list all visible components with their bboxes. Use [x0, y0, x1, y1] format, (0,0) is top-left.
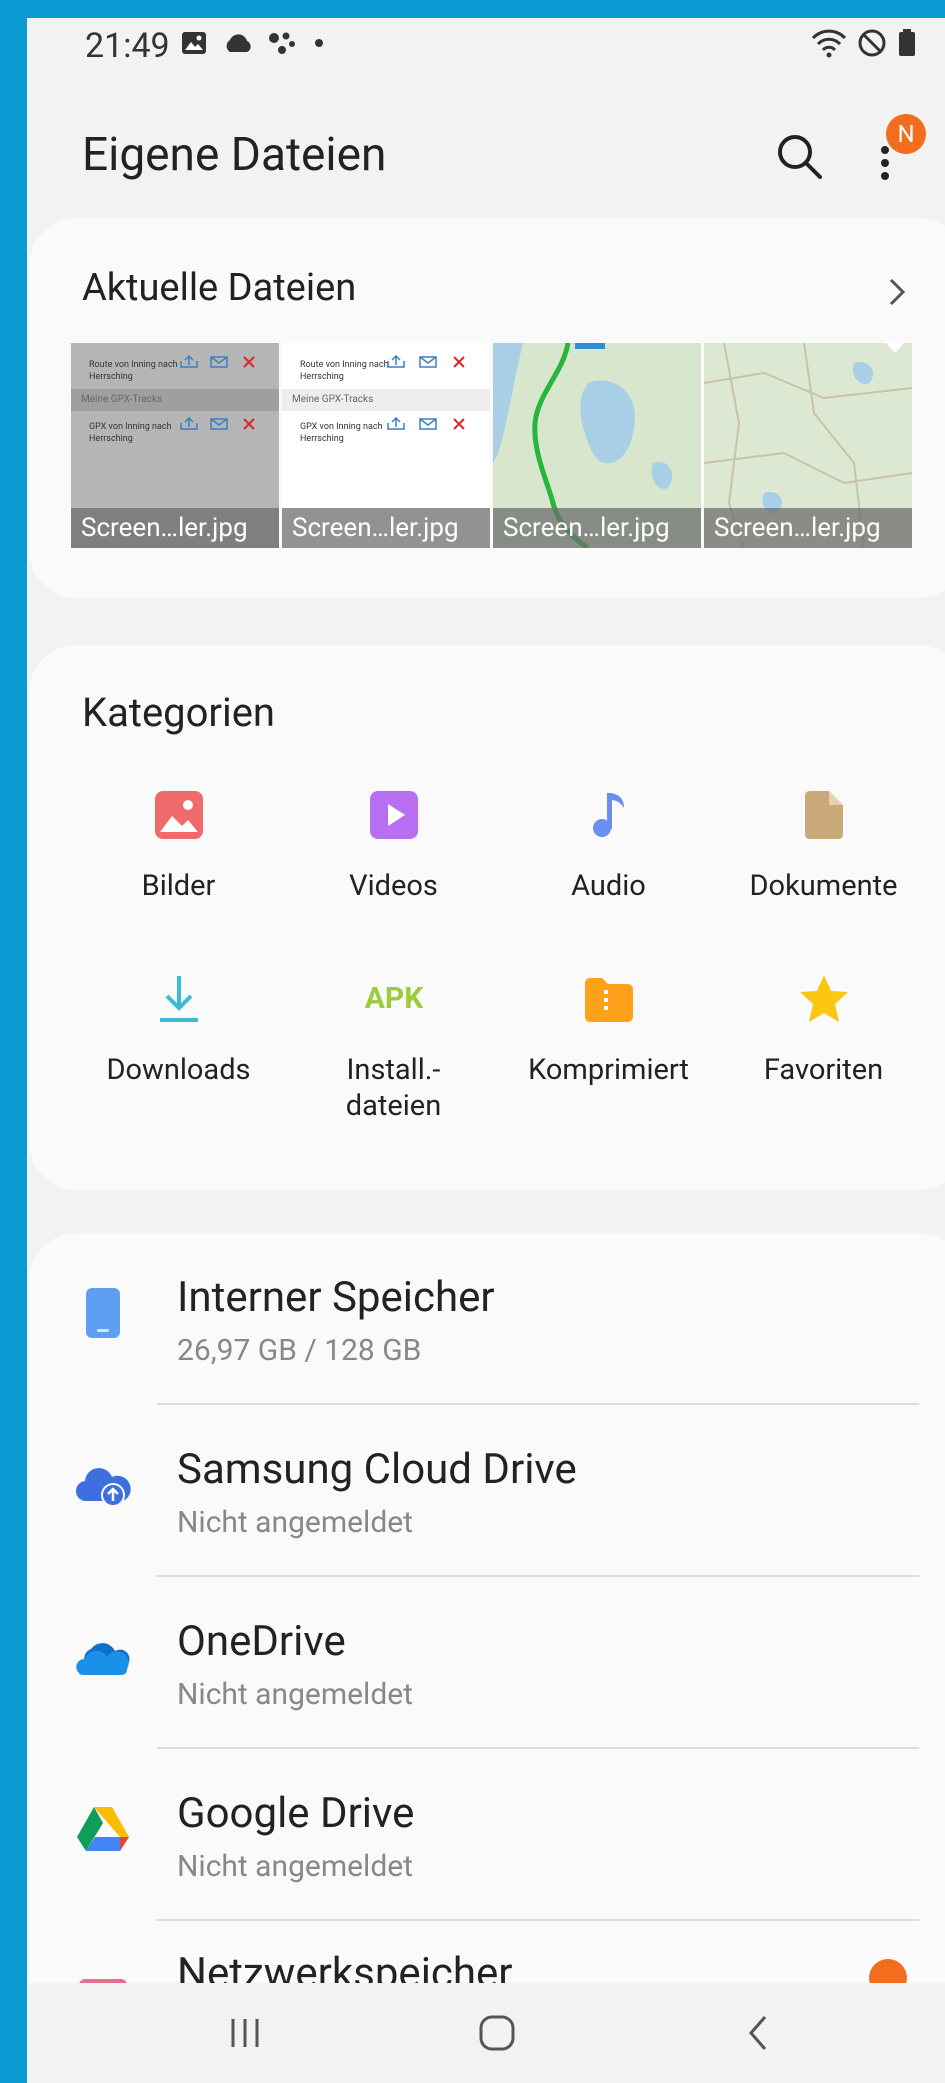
- category-label: Bilder: [141, 869, 216, 903]
- storage-status: Nicht angemeldet: [177, 1849, 413, 1884]
- status-left-icons: [180, 30, 326, 56]
- upload-icon: [180, 355, 198, 368]
- email-icon: [419, 418, 437, 430]
- image-icon: [155, 791, 203, 839]
- storage-name: Interner Speicher: [177, 1273, 495, 1322]
- email-icon: [210, 418, 228, 430]
- storage-status: Nicht angemeldet: [177, 1505, 413, 1540]
- page-title: Eigene Dateien: [82, 128, 387, 182]
- video-icon: [370, 791, 418, 839]
- home-icon[interactable]: [477, 2013, 517, 2053]
- app-bar: Eigene Dateien N: [27, 98, 945, 218]
- recent-file-thumbnail[interactable]: Route von Inning nach Herrsching Meine G…: [71, 343, 279, 548]
- screen: 21:49 Eigene Dateien N Aktuelle Dateien …: [27, 18, 945, 2083]
- upload-icon: [387, 417, 405, 430]
- system-nav-bar: [27, 1983, 945, 2083]
- phone-icon: [86, 1288, 120, 1338]
- recent-file-thumbnail[interactable]: Route von Inning nach Herrsching Meine G…: [282, 343, 490, 548]
- delete-x-icon: [243, 418, 255, 430]
- storage-usage: 26,97 GB / 128 GB: [177, 1333, 422, 1368]
- delete-x-icon: [243, 356, 255, 368]
- storage-card: Interner Speicher 26,97 GB / 128 GB Sams…: [29, 1233, 945, 2083]
- recent-file-thumbnail[interactable]: Screen…ler.jpg: [704, 343, 912, 548]
- recent-file-caption: Screen…ler.jpg: [493, 508, 701, 548]
- recent-file-thumbnail[interactable]: Screen…ler.jpg: [493, 343, 701, 548]
- upload-icon: [387, 355, 405, 368]
- status-right-icons: [811, 28, 917, 58]
- battery-icon: [899, 29, 915, 56]
- email-icon: [419, 356, 437, 368]
- category-label: Videos: [349, 869, 438, 903]
- storage-internal[interactable]: Interner Speicher 26,97 GB / 128 GB: [29, 1233, 945, 1405]
- storage-name: Samsung Cloud Drive: [177, 1445, 577, 1494]
- status-time: 21:49: [85, 26, 170, 66]
- delete-x-icon: [453, 356, 465, 368]
- category-label: Downloads: [106, 1053, 251, 1087]
- recent-file-caption: Screen…ler.jpg: [282, 508, 490, 548]
- archive-folder-icon: [585, 978, 633, 1022]
- thumbnail-section: Meine GPX-Tracks: [71, 389, 279, 411]
- apk-icon: APK: [364, 981, 424, 1016]
- category-label: Komprimiert: [528, 1053, 689, 1087]
- more-notifications-dot-icon: [315, 39, 323, 47]
- status-bar: 21:49: [27, 18, 945, 82]
- storage-name: OneDrive: [177, 1617, 346, 1666]
- samsung-cloud-icon: [75, 1468, 131, 1507]
- category-label: Favoriten: [763, 1053, 884, 1087]
- do-not-disturb-icon: [858, 29, 886, 57]
- delete-x-icon: [453, 418, 465, 430]
- search-icon[interactable]: [773, 130, 825, 182]
- music-note-icon: [593, 793, 624, 837]
- storage-status: Nicht angemeldet: [177, 1677, 413, 1712]
- storage-google-drive[interactable]: Google Drive Nicht angemeldet: [29, 1749, 945, 1921]
- categories-card: Kategorien Bilder Videos Audio Dokumente…: [29, 645, 945, 1190]
- document-icon: [805, 791, 843, 839]
- recent-file-caption: Screen…ler.jpg: [704, 508, 912, 548]
- star-icon: [800, 975, 848, 1022]
- storage-samsung-cloud[interactable]: Samsung Cloud Drive Nicht angemeldet: [29, 1405, 945, 1577]
- cloud-notification-icon: [226, 34, 251, 52]
- category-label: Audio: [571, 869, 646, 903]
- back-icon[interactable]: [739, 2013, 779, 2053]
- thumbnail-section: Meine GPX-Tracks: [282, 389, 490, 411]
- storage-onedrive[interactable]: OneDrive Nicht angemeldet: [29, 1577, 945, 1749]
- google-drive-icon: [77, 1807, 129, 1851]
- categories-heading: Kategorien: [82, 689, 276, 736]
- assistant-notification-icon: [269, 32, 295, 54]
- wifi-icon: [811, 29, 847, 58]
- chevron-right-icon[interactable]: [885, 274, 909, 310]
- storage-name: Google Drive: [177, 1789, 415, 1838]
- recent-apps-icon[interactable]: [225, 2013, 265, 2053]
- upload-icon: [180, 417, 198, 430]
- gallery-notification-icon: [182, 32, 206, 54]
- category-label: Install.- dateien: [345, 1053, 442, 1123]
- recent-file-caption: Screen…ler.jpg: [71, 508, 279, 548]
- notification-badge: N: [886, 114, 926, 154]
- category-label: Dokumente: [749, 869, 898, 903]
- recent-files-thumbnails: Route von Inning nach Herrsching Meine G…: [71, 343, 913, 548]
- download-icon: [160, 976, 198, 1022]
- onedrive-icon: [76, 1643, 130, 1675]
- email-icon: [210, 356, 228, 368]
- recent-files-heading[interactable]: Aktuelle Dateien: [82, 266, 356, 310]
